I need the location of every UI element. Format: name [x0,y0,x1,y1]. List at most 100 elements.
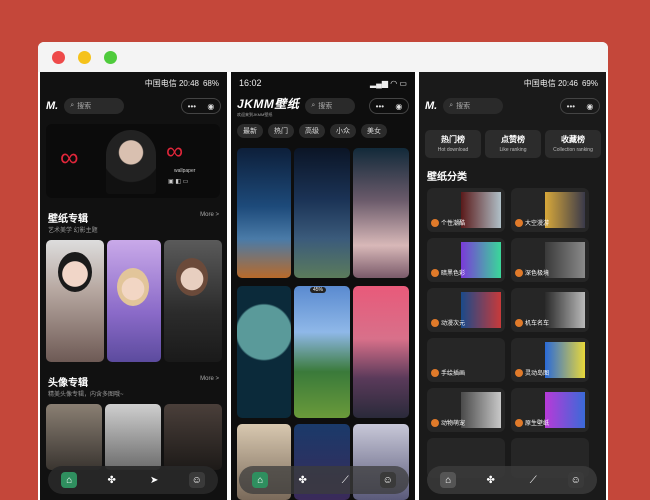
close-button[interactable] [52,51,65,64]
section-wallpaper-albums: 壁纸专辑 艺术美学 幻影主题 [48,210,98,234]
maximize-button[interactable] [104,51,117,64]
category-preview [545,192,585,228]
category-card[interactable]: 深色极境 [511,238,589,282]
search-input[interactable]: ⌕ 搜索 [443,98,504,114]
category-card[interactable]: 机车名车 [511,288,589,332]
category-preview [461,292,501,328]
wallpaper-thumb[interactable] [294,148,350,278]
grid-icon[interactable]: ✤ [483,472,499,488]
category-preview [545,342,585,378]
tab-premium[interactable]: 高级 [299,124,325,138]
app-logo-subtitle: 欢迎来到JKMM壁纸 [237,111,273,117]
section-title: 头像专辑 [48,378,88,389]
status-bar: 中国电信 20:46 69% [419,72,606,94]
grid-icon[interactable]: ✤ [104,472,120,488]
category-label: 深色极境 [525,271,550,277]
category-preview [545,392,585,428]
profile-icon[interactable]: ☺ [188,472,205,488]
phone-home-screen: 中国电信 20:48 68% M. ⌕ 搜索 ••• ◉ ∞ ∞ wallpap… [40,72,227,500]
rank-title: 收藏榜 [561,135,585,144]
rank-subtitle: Collection ranking [553,147,593,153]
mini-program-capsule[interactable]: ••• ◉ [369,98,409,114]
rank-collection-button[interactable]: 收藏榜 Collection ranking [545,130,601,158]
app-logo-text: JKMM壁纸 [237,96,300,111]
category-card[interactable]: 个性潮酷 [427,188,505,232]
progress-badge: 45% [310,287,327,293]
search-input[interactable]: ⌕ 搜索 [64,98,125,114]
wallpaper-thumb[interactable] [237,148,291,278]
chart-icon[interactable]: ⟋ [525,472,541,488]
phone-wallpaper-feed: 16:02 ▂▄▆ ◠ ▭ JKMM壁纸 欢迎来到JKMM壁纸 ⌕ 搜索 •••… [231,72,415,500]
more-icon[interactable]: ••• [376,102,384,111]
category-card[interactable]: 动漫次元 [427,288,505,332]
category-card[interactable]: 暗黑色彩 [427,238,505,282]
app-logo: JKMM壁纸 欢迎来到JKMM壁纸 [237,95,299,118]
category-icon [431,319,439,327]
rank-subtitle: Like ranking [499,147,527,153]
close-circle-icon[interactable]: ◉ [395,102,402,111]
tab-niche[interactable]: 小众 [330,124,356,138]
search-input[interactable]: ⌕ 搜索 [305,98,356,114]
banner-portrait [106,130,156,194]
send-icon[interactable]: ➤ [146,472,162,488]
category-icon [431,219,439,227]
more-icon[interactable]: ••• [567,102,575,111]
rank-hot-button[interactable]: 热门榜 Hot download [425,130,481,158]
tab-newest[interactable]: 最新 [237,124,263,138]
album-face [176,258,208,296]
category-icon [431,369,439,377]
search-placeholder: 搜索 [318,103,333,110]
category-icon [515,319,523,327]
category-label: 手绘插画 [441,371,466,377]
rank-like-button[interactable]: 点赞榜 Like ranking [485,130,541,158]
section-title: 壁纸专辑 [48,214,88,225]
avatar-thumb[interactable] [105,404,161,470]
mini-program-capsule[interactable]: ••• ◉ [560,98,600,114]
more-link[interactable]: More > [200,212,219,218]
category-card[interactable]: 手绘插画 [427,338,505,382]
wallpaper-thumb[interactable] [237,286,291,418]
browser-window: 中国电信 20:48 68% M. ⌕ 搜索 ••• ◉ ∞ ∞ wallpap… [38,42,608,500]
category-card[interactable]: 大空漫游 [511,188,589,232]
hero-banner[interactable]: ∞ ∞ wallpaper ▣ ◧ ▭ [46,124,220,198]
home-icon[interactable]: ⌂ [252,472,269,488]
profile-icon[interactable]: ☺ [379,472,396,488]
category-icon [515,419,523,427]
status-icons: ▂▄▆ ◠ ▭ [370,78,407,88]
wallpaper-thumb[interactable] [353,286,409,418]
search-icon: ⌕ [449,102,454,109]
category-icon [431,269,439,277]
bottom-nav: ⌂ ✤ ⟋ ☺ [427,466,597,494]
category-tabs: 最新 热门 高级 小众 美女 [237,124,387,138]
search-icon: ⌕ [311,102,316,109]
more-icon[interactable]: ••• [188,102,196,111]
grid-icon[interactable]: ✤ [295,472,311,488]
banner-caption: wallpaper [174,168,196,174]
category-preview [545,242,585,278]
album-thumb[interactable] [46,240,104,362]
category-label: 动物萌宠 [441,421,466,427]
minimize-button[interactable] [78,51,91,64]
album-thumb[interactable] [164,240,222,362]
wallpaper-thumb[interactable] [353,148,409,278]
category-label: 灵动岛图 [525,371,550,377]
category-card[interactable]: 灵动岛图 [511,338,589,382]
profile-icon[interactable]: ☺ [567,472,584,488]
mini-program-capsule[interactable]: ••• ◉ [181,98,221,114]
close-circle-icon[interactable]: ◉ [586,102,593,111]
tab-popular[interactable]: 热门 [268,124,294,138]
close-circle-icon[interactable]: ◉ [207,102,214,111]
tab-beauty[interactable]: 美女 [361,124,387,138]
more-link[interactable]: More > [200,376,219,382]
avatar-thumb[interactable] [46,404,102,470]
chart-icon[interactable]: ⟋ [337,472,353,488]
category-card[interactable]: 原生壁纸 [511,388,589,432]
category-card[interactable]: 动物萌宠 [427,388,505,432]
avatar-thumb[interactable] [164,404,222,470]
status-text: 中国电信 20:48 [144,78,199,88]
home-icon[interactable]: ⌂ [61,472,78,488]
album-thumb[interactable] [107,240,161,362]
category-icon [515,219,523,227]
wallpaper-thumb[interactable]: 45% [294,286,350,418]
home-icon[interactable]: ⌂ [440,472,457,488]
